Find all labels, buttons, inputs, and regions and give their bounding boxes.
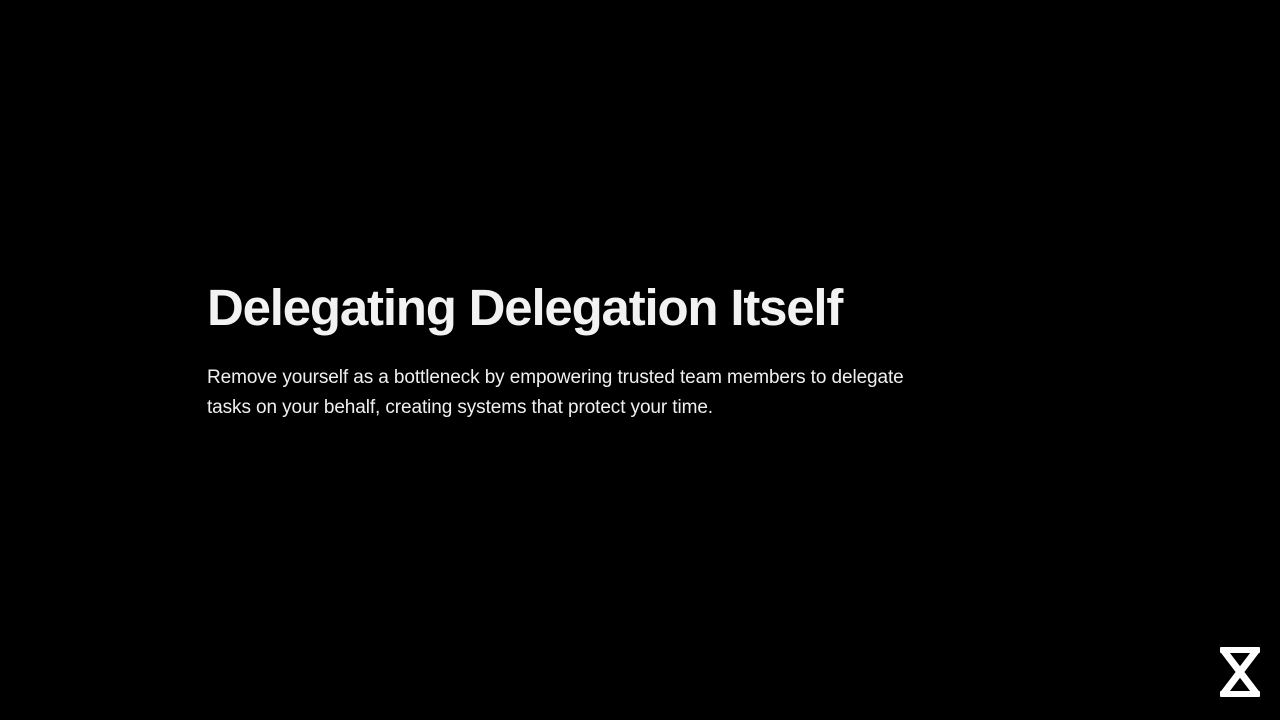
slide-content: Delegating Delegation Itself Remove your… xyxy=(207,276,907,423)
slide-title: Delegating Delegation Itself xyxy=(207,279,843,336)
slide: Delegating Delegation Itself Remove your… xyxy=(0,0,1280,720)
slide-subtitle: Remove yourself as a bottleneck by empow… xyxy=(207,367,904,418)
hourglass-x-logo-icon xyxy=(1220,647,1260,697)
